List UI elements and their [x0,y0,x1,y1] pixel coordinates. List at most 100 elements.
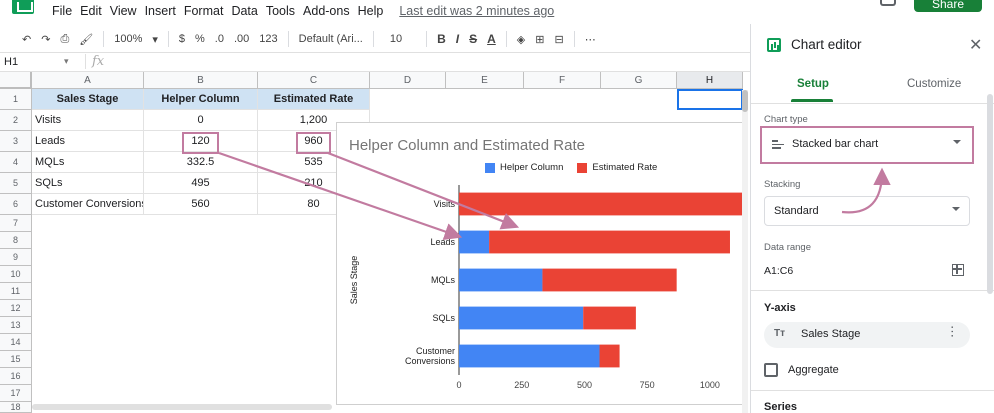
chart[interactable]: Helper Column and Estimated Rate Helper … [336,122,744,405]
bar-helper [459,230,490,254]
more-icon[interactable]: ⋯ [585,33,596,46]
row-header[interactable]: 2 [0,110,32,131]
table-cell[interactable]: Customer Conversions [32,194,144,215]
borders-icon[interactable]: ⊞ [535,33,544,46]
column-header-f[interactable]: F [524,72,601,89]
yaxis-chip[interactable]: Tт Sales Stage ⋯ [764,322,970,348]
table-cell[interactable]: SQLs [32,173,144,194]
percent-button[interactable]: % [195,33,205,45]
bold-button[interactable]: B [437,32,446,46]
currency-button[interactable]: $ [179,33,185,45]
table-header-cell[interactable]: Sales Stage [32,89,144,110]
row-header[interactable]: 7 [0,215,32,232]
column-header-a[interactable]: A [32,72,144,89]
font-size-select[interactable]: 10 [390,33,402,45]
row-header[interactable]: 6 [0,194,32,215]
decrease-decimal-button[interactable]: .0 [215,33,224,45]
select-range-grid-icon[interactable] [952,264,964,276]
strikethrough-button[interactable]: S [469,32,477,46]
row-header[interactable]: 13 [0,317,32,334]
data-range-label: Data range [764,242,812,253]
table-cell[interactable]: MQLs [32,152,144,173]
paint-format-icon[interactable]: 🖌 [79,33,93,46]
sheets-logo-icon[interactable] [12,0,34,14]
stacking-select[interactable]: Standard [764,196,970,226]
share-button[interactable]: Share [914,0,982,12]
menu-edit[interactable]: Edit [80,4,102,18]
chart-editor-header: Chart editor ✕ [751,24,994,66]
bar-rate [599,344,620,368]
table-cell[interactable]: 332.5 [144,152,258,173]
row-header[interactable]: 11 [0,283,32,300]
comment-icon[interactable] [880,0,896,6]
menu-addons[interactable]: Add-ons [303,4,350,18]
table-cell[interactable]: Leads [32,131,144,152]
font-select[interactable]: Default (Ari... [299,33,363,45]
row-header[interactable]: 10 [0,266,32,283]
category-label: Visits [434,199,456,209]
toolbar-divider [573,31,575,47]
table-cell[interactable]: 495 [144,173,258,194]
aggregate-checkbox[interactable] [764,363,778,377]
chart-type-label: Chart type [764,114,808,125]
table-header-cell[interactable]: Estimated Rate [258,89,370,110]
editor-scrollbar[interactable] [987,94,993,294]
row-header[interactable]: 16 [0,368,32,385]
data-range-input[interactable]: A1:C6 [764,265,793,277]
row-header[interactable]: 8 [0,232,32,249]
fill-color-icon[interactable]: ◈ [517,33,525,46]
row-header[interactable]: 5 [0,173,32,194]
menu-file[interactable]: File [52,4,72,18]
row-header[interactable]: 9 [0,249,32,266]
last-edit-link[interactable]: Last edit was 2 minutes ago [399,4,554,18]
column-header-g[interactable]: G [601,72,677,89]
italic-button[interactable]: I [456,32,459,46]
more-vert-icon[interactable]: ⋯ [945,325,960,337]
table-cell[interactable]: 560 [144,194,258,215]
row-header[interactable]: 15 [0,351,32,368]
text-color-button[interactable]: A [487,32,496,46]
tab-setup[interactable]: Setup [797,78,829,90]
category-label: Leads [430,237,455,247]
increase-decimal-button[interactable]: .00 [234,33,249,45]
tab-customize[interactable]: Customize [907,78,961,90]
close-icon[interactable]: ✕ [969,35,982,55]
print-icon[interactable]: ⎙ [60,33,69,46]
redo-icon[interactable]: ↷ [41,33,50,46]
chart-editor-panel: Chart editor ✕ Setup Customize Chart typ… [750,24,994,413]
chevron-down-icon: ▾ [152,33,158,46]
column-header-h[interactable]: H [677,72,743,89]
row-header[interactable]: 1 [0,89,32,110]
menu-tools[interactable]: Tools [266,4,295,18]
column-header-d[interactable]: D [370,72,446,89]
horizontal-scrollbar[interactable] [32,404,332,410]
menu-view[interactable]: View [110,4,137,18]
undo-icon[interactable]: ↶ [22,33,31,46]
row-header[interactable]: 17 [0,385,32,402]
vertical-scrollbar[interactable] [742,90,748,413]
row-header[interactable]: 18 [0,402,32,413]
column-header-e[interactable]: E [446,72,524,89]
selected-cell-h1[interactable] [677,89,743,110]
bar-rate [489,230,730,254]
menu-help[interactable]: Help [358,4,384,18]
merge-icon[interactable]: ⊟ [554,33,563,46]
menu-format[interactable]: Format [184,4,224,18]
name-box[interactable]: H1 [4,56,74,68]
scrollbar-thumb[interactable] [742,90,748,112]
more-formats-button[interactable]: 123 [259,33,277,45]
select-all-corner[interactable] [0,72,32,89]
menu-data[interactable]: Data [231,4,257,18]
column-header-c[interactable]: C [258,72,370,89]
column-header-b[interactable]: B [144,72,258,89]
row-header[interactable]: 4 [0,152,32,173]
table-cell[interactable]: Visits [32,110,144,131]
menu-insert[interactable]: Insert [145,4,176,18]
row-header[interactable]: 12 [0,300,32,317]
table-header-cell[interactable]: Helper Column [144,89,258,110]
zoom-select[interactable]: 100% [114,33,142,45]
row-header[interactable]: 14 [0,334,32,351]
aggregate-label: Aggregate [788,364,839,376]
row-header[interactable]: 3 [0,131,32,152]
table-cell[interactable]: 0 [144,110,258,131]
